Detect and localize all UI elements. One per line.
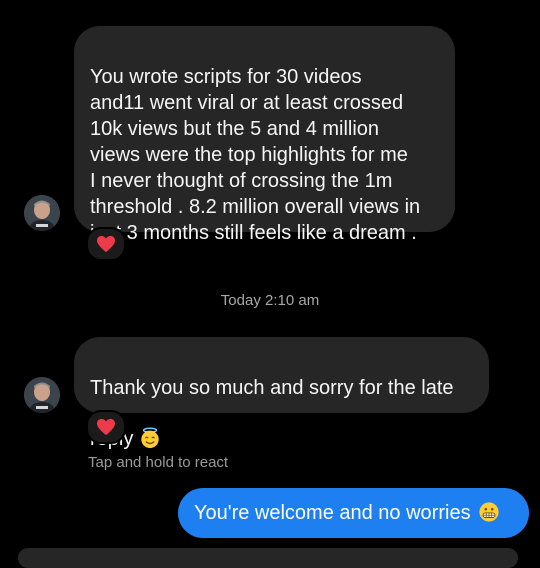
person-avatar-icon <box>24 195 60 231</box>
timestamp: Today 2:10 am <box>220 292 320 309</box>
contact-avatar[interactable] <box>24 195 60 231</box>
red-heart-icon <box>97 418 115 436</box>
heart-reaction-1[interactable] <box>86 227 126 261</box>
react-hint: Tap and hold to react <box>88 454 229 471</box>
incoming-message-1[interactable]: You wrote scripts for 30 videos and11 we… <box>74 26 455 244</box>
incoming-message-2[interactable]: Thank you so much and sorry for the late… <box>74 337 489 450</box>
next-message-partial <box>18 548 518 568</box>
outgoing-message[interactable]: You're welcome and no worries <box>178 488 529 538</box>
grimacing-face-icon <box>478 501 500 530</box>
red-heart-icon <box>97 235 115 253</box>
message-text: You wrote scripts for 30 videos and11 we… <box>90 66 421 244</box>
contact-avatar[interactable] <box>24 377 60 413</box>
person-avatar-icon <box>24 377 60 413</box>
message-text: You're welcome and no worries <box>194 502 471 524</box>
heart-reaction-2[interactable] <box>86 410 126 444</box>
smiling-face-with-halo-icon <box>139 401 161 456</box>
